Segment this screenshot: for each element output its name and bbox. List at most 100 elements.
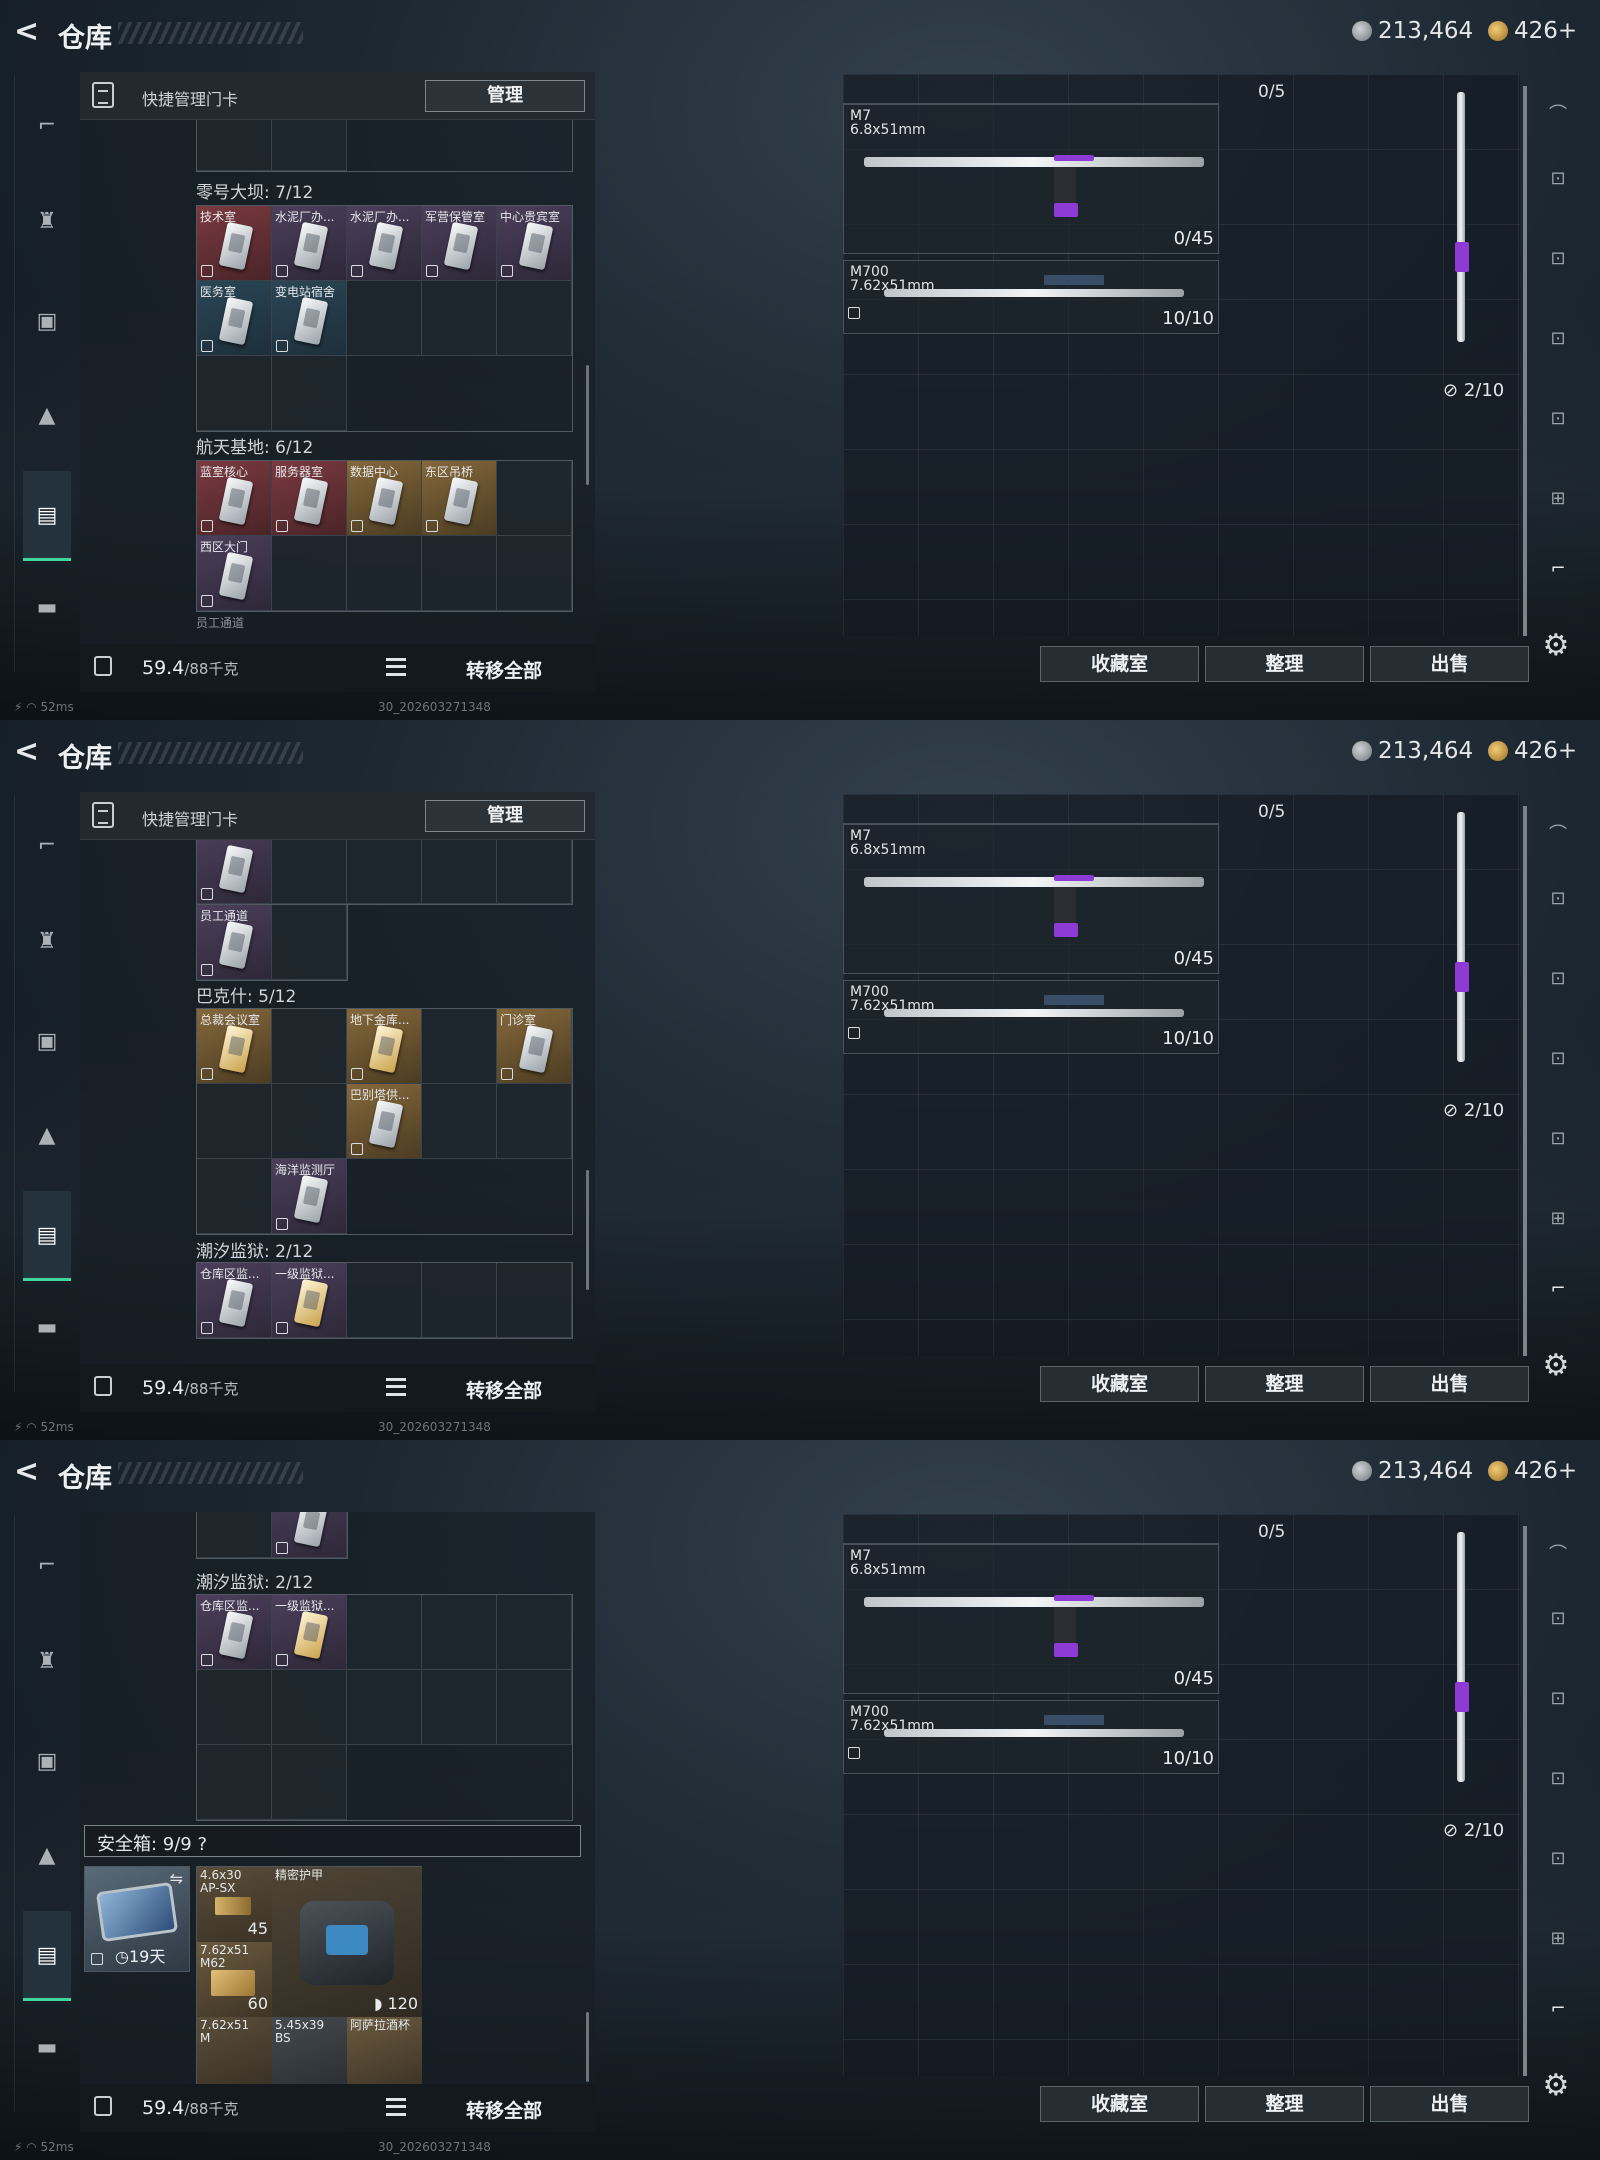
collection-room-button[interactable]: 收藏室 bbox=[1040, 1366, 1199, 1402]
grid-cell[interactable] bbox=[272, 1084, 347, 1159]
scrollbar[interactable] bbox=[586, 1170, 589, 1290]
grid-cell[interactable] bbox=[347, 840, 422, 904]
gun-icon[interactable]: ⌐ bbox=[27, 106, 67, 146]
scope-filter-icon[interactable]: ⊡ bbox=[1540, 1684, 1576, 1714]
grid-cell[interactable] bbox=[497, 1670, 572, 1745]
silver-balance[interactable]: 213,464 bbox=[1352, 1458, 1473, 1484]
back-icon[interactable]: < bbox=[14, 734, 39, 769]
grid-cell[interactable] bbox=[272, 356, 347, 431]
keycard-slot[interactable]: 东区吊桥 bbox=[422, 461, 497, 536]
weapon-card-m700[interactable]: M700 7.62x51mm 10/10 bbox=[843, 1700, 1219, 1774]
keycard-slot[interactable]: 总裁会议室 bbox=[197, 1009, 272, 1084]
scope-filter-icon[interactable]: ⊡ bbox=[1540, 1764, 1576, 1794]
list-icon[interactable] bbox=[386, 1378, 406, 1396]
keycard-icon[interactable]: ▤ bbox=[23, 471, 71, 561]
grid-cell[interactable] bbox=[422, 1670, 497, 1745]
keycard-slot[interactable] bbox=[272, 1512, 347, 1558]
keycard-slot[interactable]: 仓库区监... bbox=[197, 1263, 272, 1338]
weapon-storage-grid[interactable]: 0/5 M7 6.8x51mm 0/45 M700 7.62x51mm 10/10 … bbox=[843, 74, 1520, 636]
backpack-icon[interactable]: ▣ bbox=[27, 302, 67, 342]
weapon-card-m700[interactable]: M700 7.62x51mm 10/10 bbox=[843, 980, 1219, 1054]
swap-icon[interactable]: ⇋ bbox=[170, 1869, 183, 1888]
keycard-icon[interactable]: ▤ bbox=[23, 1191, 71, 1281]
sniper-filter-icon[interactable]: ⌐ bbox=[1540, 554, 1576, 584]
weapon-card-m700[interactable]: M700 7.62x51mm 10/10 bbox=[843, 260, 1219, 334]
grid-cell[interactable] bbox=[272, 1009, 347, 1084]
grid-cell[interactable] bbox=[197, 1512, 272, 1558]
scope-filter-icon[interactable]: ⊡ bbox=[1540, 404, 1576, 434]
case-icon[interactable]: ▬ bbox=[27, 1308, 67, 1348]
grid-cell[interactable] bbox=[347, 1263, 422, 1338]
grid-cell[interactable] bbox=[197, 120, 272, 171]
keycard-slot[interactable]: 变电站宿舍 bbox=[272, 281, 347, 356]
armor-icon[interactable]: ♜ bbox=[27, 202, 67, 242]
grid-cell[interactable] bbox=[197, 1745, 272, 1820]
grid-cell[interactable] bbox=[347, 536, 422, 611]
keycard-slot[interactable]: 西区大门 bbox=[197, 536, 272, 611]
silver-balance[interactable]: 213,464 bbox=[1352, 18, 1473, 44]
grid-cell[interactable] bbox=[197, 1084, 272, 1159]
backpack-icon[interactable]: ▣ bbox=[27, 1742, 67, 1782]
gear-icon[interactable]: ⚙ bbox=[1540, 1350, 1572, 1382]
keycard-slot[interactable]: 一级监狱... bbox=[272, 1595, 347, 1670]
grid-cell[interactable] bbox=[272, 536, 347, 611]
list-icon[interactable] bbox=[386, 2098, 406, 2116]
pouch-icon[interactable]: ▲ bbox=[27, 1836, 67, 1876]
lock-icon[interactable] bbox=[94, 1376, 112, 1396]
armor-icon[interactable]: ♜ bbox=[27, 1642, 67, 1682]
keycard-slot[interactable]: 仓库区监... bbox=[197, 1595, 272, 1670]
pouch-icon[interactable]: ▲ bbox=[27, 396, 67, 436]
keycard-list[interactable]: 员工通道 巴克什: 5/12 总裁会议室 地下金库... 门诊室 巴别塔供...… bbox=[80, 840, 595, 1352]
armor-item[interactable]: 精密护甲 ◗ 120 bbox=[272, 1867, 422, 2017]
scope-filter-icon[interactable]: ⊡ bbox=[1540, 324, 1576, 354]
transfer-all-button[interactable]: 转移全部 bbox=[466, 656, 542, 683]
scope-add-icon[interactable]: ⊞ bbox=[1540, 1924, 1576, 1954]
grid-cell[interactable] bbox=[272, 840, 347, 904]
collection-room-button[interactable]: 收藏室 bbox=[1040, 2086, 1199, 2122]
keycard-slot[interactable]: 水泥厂办... bbox=[347, 206, 422, 281]
pouch-icon[interactable]: ▲ bbox=[27, 1116, 67, 1156]
back-icon[interactable]: < bbox=[14, 14, 39, 49]
grid-cell[interactable] bbox=[347, 1670, 422, 1745]
ammo-item[interactable]: 7.62x51 M62 60 bbox=[197, 1942, 272, 2017]
grid-cell[interactable] bbox=[422, 1263, 497, 1338]
grid-cell[interactable] bbox=[422, 840, 497, 904]
sell-button[interactable]: 出售 bbox=[1370, 646, 1529, 682]
grid-cell[interactable] bbox=[197, 356, 272, 431]
keycard-slot[interactable]: 技术室 bbox=[197, 206, 272, 281]
grid-cell[interactable] bbox=[272, 1745, 347, 1820]
scrollbar[interactable] bbox=[586, 365, 589, 485]
grid-cell[interactable] bbox=[497, 1263, 572, 1338]
gun-icon[interactable]: ⌐ bbox=[27, 826, 67, 866]
scope-add-icon[interactable]: ⊞ bbox=[1540, 484, 1576, 514]
helmet-icon[interactable]: ⌒ bbox=[1540, 820, 1576, 850]
scope-filter-icon[interactable]: ⊡ bbox=[1540, 164, 1576, 194]
ammo-item[interactable]: 4.6x30 AP-SX 45 bbox=[197, 1867, 272, 1942]
grid-cell[interactable] bbox=[497, 536, 572, 611]
ammo-item[interactable]: 7.62x51 M bbox=[197, 2017, 272, 2084]
keycard-slot[interactable] bbox=[197, 840, 272, 904]
valuable-item[interactable]: 阿萨拉酒杯 bbox=[347, 2017, 422, 2084]
right-scrollbar[interactable] bbox=[1523, 806, 1527, 1356]
keycard-slot[interactable]: 服务器室 bbox=[272, 461, 347, 536]
collection-room-button[interactable]: 收藏室 bbox=[1040, 646, 1199, 682]
grid-cell[interactable] bbox=[497, 281, 572, 356]
weapon-card-m7[interactable]: M7 6.8x51mm 0/45 bbox=[843, 1544, 1219, 1694]
helmet-icon[interactable]: ⌒ bbox=[1540, 100, 1576, 130]
grid-cell[interactable] bbox=[197, 1159, 272, 1234]
scope-filter-icon[interactable]: ⊡ bbox=[1540, 1044, 1576, 1074]
gold-balance[interactable]: 426+ bbox=[1488, 1458, 1577, 1484]
transfer-all-button[interactable]: 转移全部 bbox=[466, 1376, 542, 1403]
gold-balance[interactable]: 426+ bbox=[1488, 738, 1577, 764]
grid-cell[interactable] bbox=[497, 840, 572, 904]
scope-add-icon[interactable]: ⊞ bbox=[1540, 1204, 1576, 1234]
right-scrollbar[interactable] bbox=[1523, 86, 1527, 636]
grid-cell[interactable] bbox=[422, 281, 497, 356]
keycard-slot[interactable]: 蓝室核心 bbox=[197, 461, 272, 536]
keycard-slot[interactable]: 地下金库... bbox=[347, 1009, 422, 1084]
weapon-card-m7[interactable]: M7 6.8x51mm 0/45 bbox=[843, 824, 1219, 974]
keycard-slot[interactable]: 员工通道 bbox=[197, 905, 272, 980]
lock-icon[interactable] bbox=[94, 2096, 112, 2116]
weapon-storage-grid[interactable]: 0/5 M7 6.8x51mm 0/45 M700 7.62x51mm 10/10 … bbox=[843, 794, 1520, 1356]
grid-cell[interactable] bbox=[497, 1595, 572, 1670]
